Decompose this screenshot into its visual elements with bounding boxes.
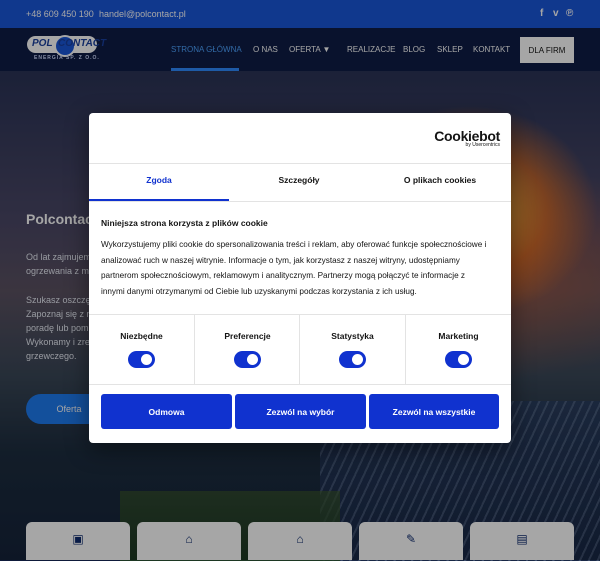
dialog-body: Wykorzystujemy pliki cookie do spersonal…	[101, 237, 501, 299]
toggle-knob	[352, 354, 363, 365]
category-label: Marketing	[438, 331, 479, 341]
category-necessary: Niezbędne	[89, 314, 194, 384]
category-label: Niezbędne	[120, 331, 163, 341]
allow-selection-button[interactable]: Zezwól na wybór	[235, 394, 366, 429]
tab-consent[interactable]: Zgoda	[89, 175, 229, 185]
cookiebot-logo[interactable]: Cookiebot by Usercentrics	[410, 128, 500, 152]
statistics-toggle[interactable]	[339, 351, 366, 368]
necessary-toggle[interactable]	[128, 351, 155, 368]
deny-button[interactable]: Odmowa	[101, 394, 232, 429]
category-preferences: Preferencje	[195, 314, 300, 384]
tab-about-cookies[interactable]: O plikach cookies	[370, 175, 510, 185]
dialog-body-line: partnerom społecznościowym, reklamowym i…	[101, 271, 466, 280]
dialog-body-line: analizować ruch w naszej witrynie. Infor…	[101, 255, 460, 265]
category-marketing: Marketing	[406, 314, 511, 384]
cookie-consent-dialog: Cookiebot by Usercentrics Zgoda Szczegół…	[89, 113, 511, 443]
dialog-body-line: Wykorzystujemy pliki cookie do spersonal…	[101, 240, 487, 249]
dialog-body-line: innymi danymi otrzymanymi od Ciebie lub …	[101, 286, 417, 296]
dialog-heading: Niniejsza strona korzysta z plików cooki…	[101, 218, 268, 228]
toggle-knob	[141, 354, 152, 365]
toggle-knob	[458, 354, 469, 365]
allow-all-button[interactable]: Zezwól na wszystkie	[369, 394, 499, 429]
divider	[89, 201, 511, 202]
marketing-toggle[interactable]	[445, 351, 472, 368]
category-label: Statystyka	[331, 331, 374, 341]
category-label: Preferencje	[224, 331, 271, 341]
tab-details[interactable]: Szczegóły	[229, 175, 369, 185]
divider	[89, 384, 511, 385]
cookie-categories: Niezbędne Preferencje Statystyka Marketi…	[89, 314, 511, 384]
category-statistics: Statystyka	[300, 314, 405, 384]
divider	[89, 163, 511, 164]
preferences-toggle[interactable]	[234, 351, 261, 368]
toggle-knob	[247, 354, 258, 365]
